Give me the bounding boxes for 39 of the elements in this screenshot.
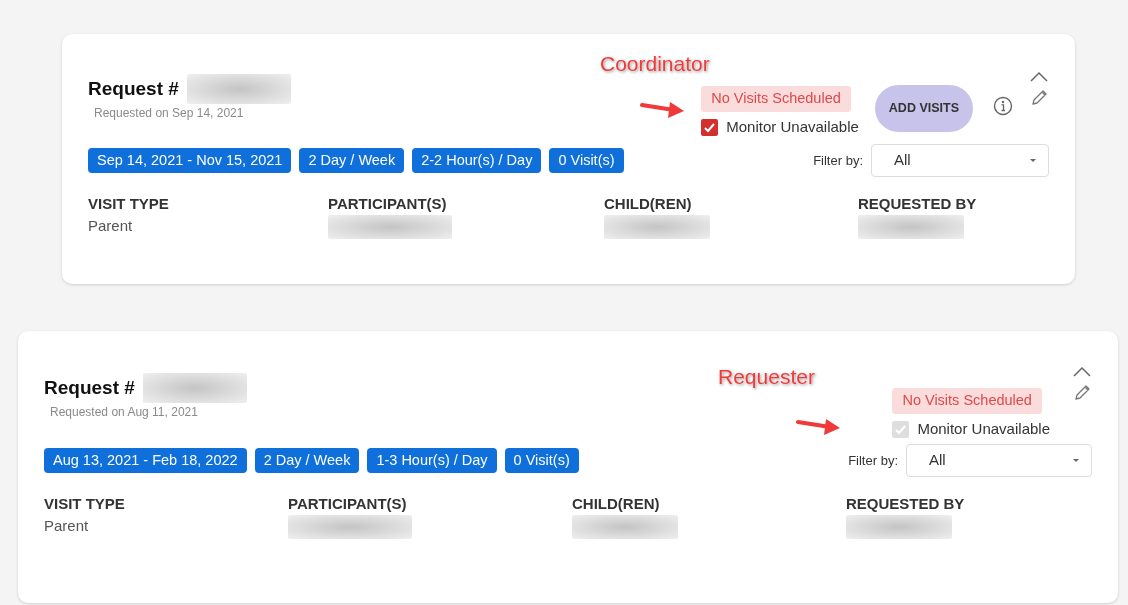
detail-heading: VISIT TYPE <box>44 493 126 514</box>
info-tag: 0 Visit(s) <box>549 147 624 174</box>
info-icon[interactable] <box>993 96 1013 116</box>
requested-date: Requested on Aug 11, 2021 <box>50 404 199 421</box>
filter-dropdown[interactable]: All <box>906 444 1092 477</box>
detail-value: Parent <box>88 216 134 237</box>
filter-dropdown[interactable]: All <box>871 144 1049 177</box>
status-badge: No Visits Scheduled <box>701 86 851 112</box>
collapse-chevron-icon[interactable] <box>1072 365 1092 378</box>
dropdown-caret-icon <box>1073 459 1079 462</box>
filter-label: Filter by: <box>813 151 863 170</box>
status-badge: No Visits Scheduled <box>892 388 1042 414</box>
request-title: Request # <box>88 76 179 101</box>
info-tag: 2 Day / Week <box>254 447 360 474</box>
info-tag: 2 Day / Week <box>299 147 405 174</box>
info-tag: 1-3 Hour(s) / Day <box>367 447 497 474</box>
collapse-chevron-icon[interactable] <box>1029 70 1049 83</box>
info-tag: Sep 14, 2021 - Nov 15, 2021 <box>88 147 292 174</box>
dropdown-caret-icon <box>1030 159 1036 162</box>
info-tag: 0 Visit(s) <box>504 447 579 474</box>
detail-heading: VISIT TYPE <box>88 193 170 214</box>
detail-heading: PARTICIPANT(S) <box>328 193 448 214</box>
filter-label: Filter by: <box>848 451 898 470</box>
detail-heading: CHILD(REN) <box>572 493 661 514</box>
detail-heading: CHILD(REN) <box>604 193 693 214</box>
detail-heading: REQUESTED BY <box>846 493 966 514</box>
detail-value: Parent <box>44 516 90 537</box>
annotation-label: Coordinator <box>600 51 710 77</box>
requested-date: Requested on Sep 14, 2021 <box>94 105 245 122</box>
info-tag: Aug 13, 2021 - Feb 18, 2022 <box>44 447 247 474</box>
checkbox-label: Monitor Unavailable <box>917 418 1050 439</box>
checkbox-label: Monitor Unavailable <box>726 116 859 137</box>
request-title: Request # <box>44 375 135 400</box>
add-visits-button[interactable]: ADD VISITS <box>874 85 973 132</box>
annotation-label: Requester <box>718 364 815 390</box>
detail-heading: PARTICIPANT(S) <box>288 493 408 514</box>
monitor-checkbox[interactable] <box>701 118 719 136</box>
info-tag: 2-2 Hour(s) / Day <box>412 147 542 174</box>
detail-heading: REQUESTED BY <box>858 193 978 214</box>
